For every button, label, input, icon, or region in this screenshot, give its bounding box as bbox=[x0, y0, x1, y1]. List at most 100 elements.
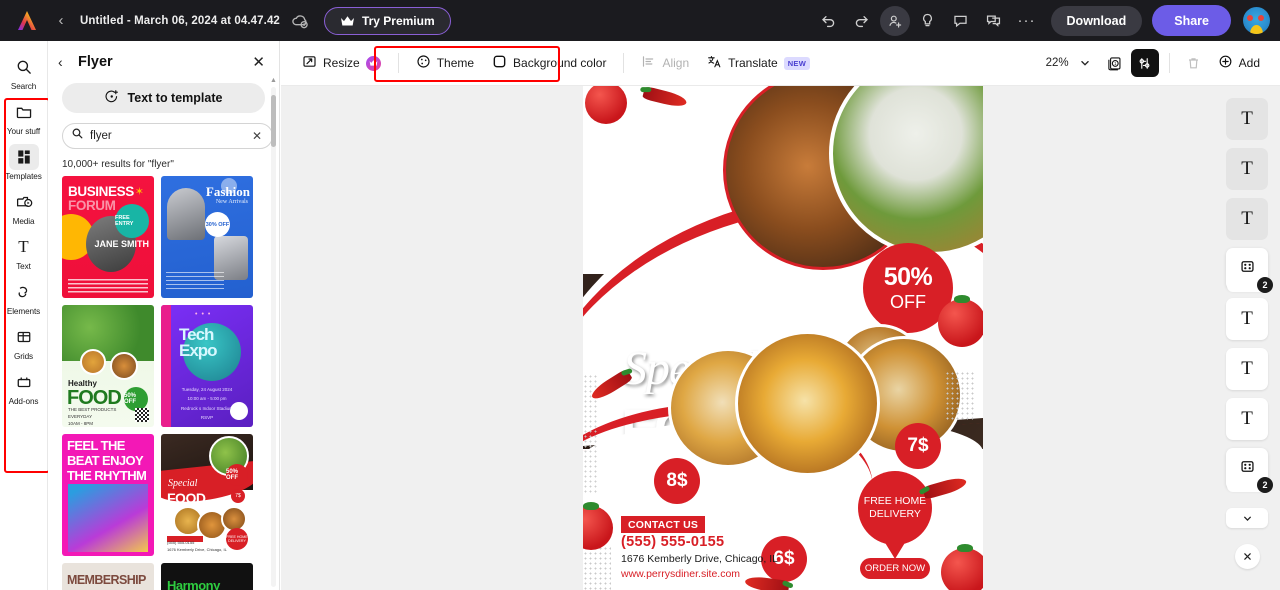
undo-icon[interactable] bbox=[814, 6, 844, 36]
layer-item-group[interactable]: 2 bbox=[1226, 248, 1273, 293]
price-badge-8[interactable]: 8$ bbox=[654, 458, 700, 504]
share-button[interactable]: Share bbox=[1152, 5, 1231, 36]
panel-title: Flyer bbox=[78, 54, 113, 70]
template-subtitle: FORUM bbox=[68, 198, 116, 213]
template-details: THE BEST PRODUCTS EVERYDAY 10AM - 8PM bbox=[68, 407, 117, 426]
download-button[interactable]: Download bbox=[1050, 5, 1143, 36]
template-line: FEEL THE bbox=[67, 438, 125, 453]
scrollbar-thumb[interactable] bbox=[271, 95, 276, 147]
left-nav-rail: Search Your stuff Templates Media T Text… bbox=[0, 41, 50, 590]
background-color-label: Background color bbox=[513, 56, 607, 70]
text-layer-glyph: T bbox=[1241, 208, 1253, 229]
flyer-design[interactable]: 50% OFF Special FOOD 8$ 7$ 6$ CONTACT US… bbox=[583, 86, 983, 590]
templates-panel: ‹ Flyer ✕ Text to template flyer ✕ 10,00… bbox=[48, 41, 280, 590]
layer-item-text[interactable]: T bbox=[1226, 148, 1268, 190]
results-count: 10,000+ results for "flyer" bbox=[62, 159, 174, 170]
toolbar-divider bbox=[397, 53, 399, 73]
layer-item-text[interactable]: T bbox=[1226, 198, 1268, 240]
translate-button[interactable]: Translate NEW bbox=[698, 48, 819, 78]
layer-item-text[interactable]: T bbox=[1226, 298, 1268, 340]
lightbulb-icon[interactable] bbox=[913, 6, 943, 36]
template-badge: FREE ENTRY bbox=[115, 204, 149, 238]
text-to-template-button[interactable]: Text to template bbox=[62, 83, 265, 113]
template-card[interactable]: HarmonyHaven 20 30 ✦ bbox=[161, 563, 253, 590]
panel-close-button[interactable]: ✕ bbox=[252, 53, 265, 71]
order-now-button[interactable]: ORDER NOW bbox=[860, 558, 930, 579]
flyer-phone[interactable]: (555) 555-0155 bbox=[621, 534, 724, 550]
price-badge-7[interactable]: 7$ bbox=[895, 423, 941, 469]
template-line: BEAT ENJOY bbox=[67, 453, 144, 468]
user-avatar[interactable] bbox=[1243, 7, 1270, 34]
tomato-decoration bbox=[585, 86, 627, 124]
align-label: Align bbox=[662, 56, 690, 70]
redo-icon[interactable] bbox=[847, 6, 877, 36]
layer-item-group[interactable]: 2 bbox=[1226, 448, 1273, 493]
panel-scrollbar[interactable]: ▲ ▼ bbox=[270, 77, 277, 587]
search-icon bbox=[9, 54, 39, 80]
sidebar-item-text[interactable]: T Text bbox=[1, 229, 47, 274]
duplicate-icon[interactable] bbox=[979, 6, 1009, 36]
sidebar-item-search[interactable]: Search bbox=[1, 49, 47, 94]
app-logo-icon[interactable] bbox=[14, 8, 40, 34]
scrollbar-track[interactable] bbox=[271, 87, 276, 587]
food-photo-plate-2[interactable] bbox=[735, 331, 880, 476]
template-card[interactable]: BUSINESS FORUM ✶ FREE ENTRY JANE SMITH bbox=[62, 176, 154, 298]
contact-us-tag[interactable]: CONTACT US bbox=[621, 516, 706, 533]
layer-item-text[interactable]: T bbox=[1226, 348, 1268, 390]
translate-icon bbox=[707, 54, 722, 72]
template-card[interactable]: MEMBERSHIP Get the vanitiesyou need!With… bbox=[62, 563, 154, 590]
flyer-website[interactable]: www.perrysdiner.site.com bbox=[621, 568, 740, 580]
resize-button[interactable]: Resize bbox=[293, 48, 390, 78]
grids-icon bbox=[9, 324, 39, 350]
try-premium-button[interactable]: Try Premium bbox=[323, 6, 451, 35]
panel-back-button[interactable]: ‹ bbox=[58, 54, 76, 70]
layers-expand-button[interactable] bbox=[1226, 508, 1268, 528]
zoom-chevron-down-icon[interactable] bbox=[1071, 49, 1099, 77]
template-card[interactable]: ••• Tech Expo Tuesday, 24 August 2024 10:… bbox=[161, 305, 253, 427]
add-page-button[interactable]: Add bbox=[1210, 49, 1268, 77]
search-box[interactable]: ✕ bbox=[62, 123, 274, 149]
template-script: Special bbox=[168, 478, 198, 489]
template-card[interactable]: FEEL THE BEAT ENJOY THE RHYTHM bbox=[62, 434, 154, 556]
topbar-actions: ··· Download Share bbox=[814, 5, 1270, 36]
template-card[interactable]: Fashion New Arrivals 30% OFF bbox=[161, 176, 253, 298]
align-button[interactable]: Align bbox=[632, 48, 698, 78]
grid-view-toggle[interactable] bbox=[1130, 49, 1159, 77]
sidebar-item-grids[interactable]: Grids bbox=[1, 319, 47, 364]
clear-search-icon[interactable]: ✕ bbox=[250, 129, 264, 143]
back-button[interactable]: ‹ bbox=[50, 10, 72, 32]
layer-count-badge: 2 bbox=[1257, 477, 1273, 493]
sidebar-item-elements[interactable]: Elements bbox=[1, 274, 47, 319]
canvas-area[interactable]: 50% OFF Special FOOD 8$ 7$ 6$ CONTACT US… bbox=[281, 86, 1280, 590]
sidebar-item-add-ons[interactable]: Add-ons bbox=[1, 364, 47, 409]
toolbar-right-actions: 22% 1 Add bbox=[1046, 49, 1268, 77]
comment-icon[interactable] bbox=[946, 6, 976, 36]
scroll-up-arrow[interactable]: ▲ bbox=[270, 77, 277, 84]
sidebar-label: Add-ons bbox=[8, 397, 39, 406]
document-title[interactable]: Untitled - March 06, 2024 at 04.47.42 bbox=[80, 15, 280, 27]
search-input[interactable] bbox=[90, 130, 244, 142]
more-options-icon[interactable]: ··· bbox=[1012, 6, 1042, 36]
theme-button[interactable]: Theme bbox=[407, 48, 483, 78]
layer-item-text[interactable]: T bbox=[1226, 98, 1268, 140]
zoom-level[interactable]: 22% bbox=[1046, 57, 1069, 69]
sidebar-label: Elements bbox=[6, 307, 41, 316]
template-card[interactable]: Special FOOD 50% OFF 7$ (555) 555-0155 16… bbox=[161, 434, 253, 556]
addons-icon bbox=[9, 369, 39, 395]
invite-person-icon[interactable] bbox=[879, 5, 910, 36]
page-count-icon[interactable]: 1 bbox=[1101, 49, 1129, 77]
layer-item-text[interactable]: T bbox=[1226, 398, 1268, 440]
background-color-button[interactable]: Background color bbox=[483, 48, 615, 78]
sidebar-item-your-stuff[interactable]: Your stuff bbox=[1, 94, 47, 139]
folder-icon bbox=[9, 99, 39, 125]
sidebar-item-media[interactable]: Media bbox=[1, 184, 47, 229]
template-card[interactable]: Healthy FOOD 50% OFF THE BEST PRODUCTS E… bbox=[62, 305, 154, 427]
layers-close-button[interactable] bbox=[1234, 544, 1260, 569]
text-layer-glyph: T bbox=[1241, 358, 1253, 379]
sidebar-item-templates[interactable]: Templates bbox=[1, 139, 47, 184]
svg-text:1: 1 bbox=[1114, 60, 1117, 65]
translate-new-badge: NEW bbox=[783, 56, 811, 70]
flyer-address[interactable]: 1676 Kemberly Drive, Chicago, IL bbox=[621, 553, 778, 565]
free-delivery-badge[interactable]: FREE HOME DELIVERY bbox=[858, 471, 932, 545]
trash-icon[interactable] bbox=[1180, 49, 1208, 77]
